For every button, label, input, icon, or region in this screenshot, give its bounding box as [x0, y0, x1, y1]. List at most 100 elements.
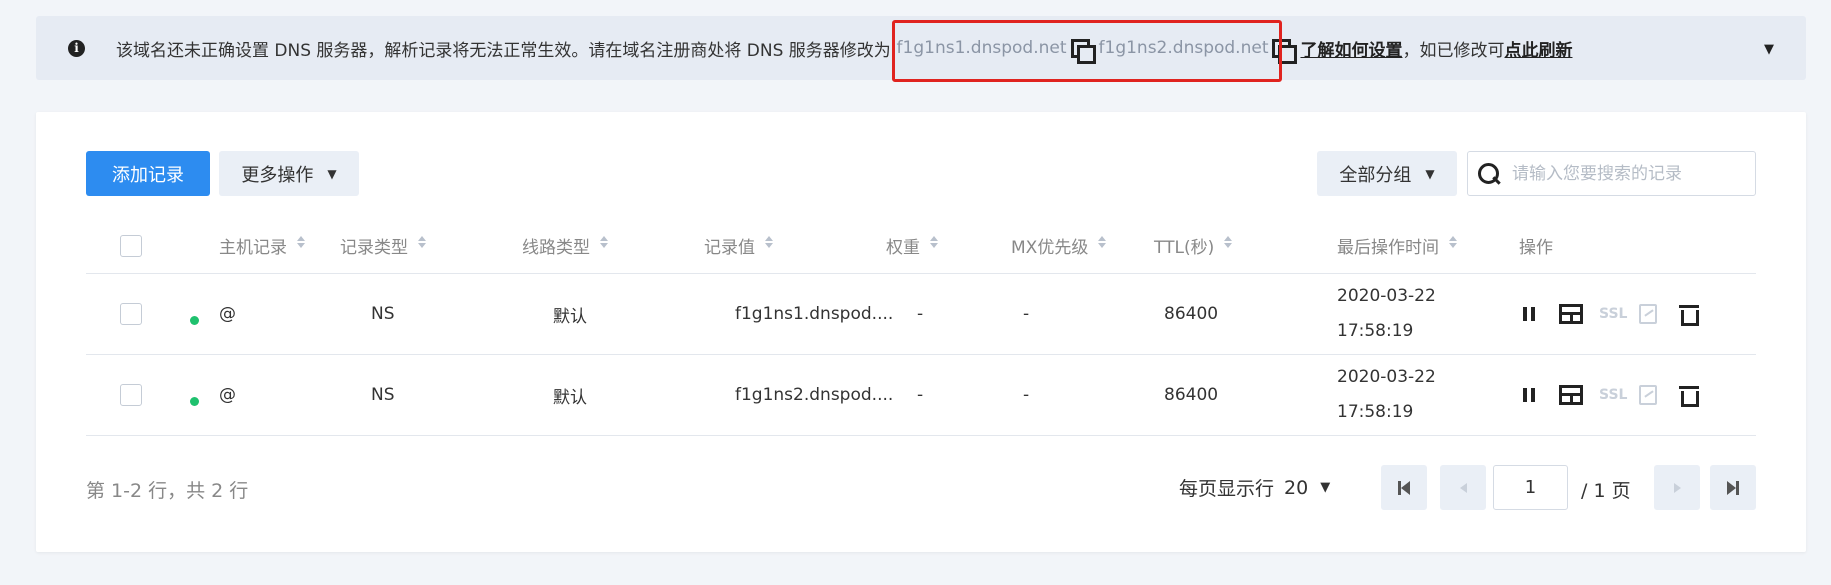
remark-icon: [1639, 385, 1657, 405]
sort-icon: [1098, 235, 1107, 250]
sort-icon: [765, 235, 773, 250]
cell-line[interactable]: 默认: [553, 355, 587, 435]
copy-icon[interactable]: [1272, 39, 1298, 64]
cell-type[interactable]: NS: [371, 355, 395, 435]
search-box: [1467, 151, 1756, 196]
row-checkbox[interactable]: [120, 303, 142, 325]
header-value-label: 记录值: [704, 238, 755, 258]
pause-button[interactable]: [1519, 380, 1559, 410]
cell-host[interactable]: @: [219, 274, 236, 354]
group-filter-label: 全部分组: [1339, 164, 1412, 186]
remark-button: [1639, 380, 1679, 410]
delete-button[interactable]: [1679, 380, 1719, 410]
search-input[interactable]: [1512, 163, 1742, 184]
row-actions: SSL: [1519, 274, 1719, 354]
header-host[interactable]: 主机记录: [219, 218, 305, 273]
cell-ttl[interactable]: 86400: [1164, 355, 1218, 435]
add-record-button[interactable]: 添加记录: [86, 151, 210, 196]
header-type[interactable]: 记录类型: [340, 218, 426, 273]
info-icon: i: [68, 40, 85, 57]
page-size-value: 20: [1284, 476, 1309, 499]
cell-time: 17:58:19: [1337, 402, 1414, 422]
header-ttl[interactable]: TTL(秒): [1154, 218, 1233, 273]
nameserver-1: f1g1ns1.dnspod.net: [896, 38, 1067, 58]
cell-mx[interactable]: -: [1023, 355, 1029, 435]
records-table: 主机记录 记录类型 线路类型 记录值 权重 MX优先级 TTL(秒) 最后操作时…: [86, 218, 1756, 436]
more-actions-label: 更多操作: [241, 164, 314, 186]
delete-button[interactable]: [1679, 299, 1719, 329]
table-row: @ NS 默认 f1g1ns1.dnspod.... - - 86400 202…: [86, 274, 1756, 355]
sort-icon: [1449, 235, 1457, 250]
header-checkbox-cell: [120, 218, 142, 273]
header-weight[interactable]: 权重: [886, 218, 938, 273]
warning-text-mid: ，如已修改可: [1402, 40, 1505, 61]
cell-type[interactable]: NS: [371, 274, 395, 354]
pause-button[interactable]: [1519, 299, 1559, 329]
header-line[interactable]: 线路类型: [522, 218, 608, 273]
table-row: @ NS 默认 f1g1ns2.dnspod.... - - 86400 202…: [86, 355, 1756, 436]
cell-date: 2020-03-22: [1337, 286, 1436, 306]
header-ops: 操作: [1519, 218, 1553, 273]
ssl-button: SSL: [1599, 380, 1639, 410]
cell-line[interactable]: 默认: [553, 274, 587, 354]
header-ttl-label: TTL(秒): [1154, 238, 1215, 258]
page-number-input[interactable]: [1493, 465, 1568, 510]
copy-icon[interactable]: [1070, 39, 1096, 64]
cell-last-modified: 2020-03-22 17:58:19: [1337, 274, 1436, 354]
cell-time: 17:58:19: [1337, 321, 1414, 341]
header-value[interactable]: 记录值: [704, 218, 773, 273]
trash-icon: [1679, 303, 1699, 326]
load-balance-icon: [1559, 304, 1583, 324]
chevron-down-icon[interactable]: ▼: [1764, 42, 1774, 57]
add-record-label: 添加记录: [112, 164, 184, 186]
header-line-label: 线路类型: [522, 238, 590, 258]
header-host-label: 主机记录: [219, 238, 287, 258]
nameserver-2: f1g1ns2.dnspod.net: [1098, 38, 1269, 58]
cell-value[interactable]: f1g1ns1.dnspod....: [735, 274, 893, 354]
row-actions: SSL: [1519, 355, 1719, 435]
header-time-label: 最后操作时间: [1337, 238, 1439, 258]
dns-warning-message: 该域名还未正确设置 DNS 服务器，解析记录将无法正常生效。请在域名注册商处将 …: [116, 16, 1572, 80]
group-filter-dropdown[interactable]: 全部分组 ▼: [1317, 151, 1457, 196]
last-page-icon: [1727, 480, 1739, 495]
ssl-icon: SSL: [1599, 306, 1628, 322]
next-page-button[interactable]: [1654, 465, 1700, 510]
prev-page-button[interactable]: [1440, 465, 1486, 510]
warning-text: 该域名还未正确设置 DNS 服务器，解析记录将无法正常生效。请在域名注册商处将 …: [116, 40, 897, 61]
page-size-selector[interactable]: 每页显示行 20 ▼: [1179, 474, 1330, 501]
sort-icon: [418, 235, 426, 250]
row-checkbox[interactable]: [120, 384, 142, 406]
more-actions-dropdown[interactable]: 更多操作 ▼: [219, 151, 359, 196]
load-balance-button[interactable]: [1559, 380, 1599, 410]
header-mx-label: MX优先级: [1011, 238, 1089, 258]
sort-icon: [297, 235, 305, 250]
caret-down-icon: ▼: [1425, 166, 1435, 181]
cell-weight[interactable]: -: [917, 274, 923, 354]
remark-button: [1639, 299, 1679, 329]
cell-ttl[interactable]: 86400: [1164, 274, 1218, 354]
dns-warning-banner: i 该域名还未正确设置 DNS 服务器，解析记录将无法正常生效。请在域名注册商处…: [36, 16, 1806, 80]
records-card: 添加记录 更多操作 ▼ 全部分组 ▼ 主机记录 记录类型 线路类型 记录值: [36, 112, 1806, 552]
header-time[interactable]: 最后操作时间: [1337, 218, 1457, 273]
ssl-button: SSL: [1599, 299, 1639, 329]
trash-icon: [1679, 384, 1699, 407]
sort-icon: [1224, 235, 1233, 250]
select-all-checkbox[interactable]: [120, 234, 142, 257]
last-page-button[interactable]: [1710, 465, 1756, 510]
first-page-icon: [1398, 480, 1410, 495]
sort-icon: [930, 235, 938, 250]
cell-host[interactable]: @: [219, 355, 236, 435]
header-mx[interactable]: MX优先级: [1011, 218, 1107, 273]
learn-setup-link[interactable]: 了解如何设置: [1300, 36, 1402, 61]
page-size-label: 每页显示行: [1179, 478, 1275, 500]
cell-weight[interactable]: -: [917, 355, 923, 435]
first-page-button[interactable]: [1381, 465, 1427, 510]
cell-mx[interactable]: -: [1023, 274, 1029, 354]
row-count-summary: 第 1-2 行，共 2 行: [86, 480, 249, 502]
cell-value[interactable]: f1g1ns2.dnspod....: [735, 355, 893, 435]
load-balance-button[interactable]: [1559, 299, 1599, 329]
load-balance-icon: [1559, 385, 1583, 405]
search-icon: [1478, 162, 1500, 185]
refresh-link[interactable]: 点此刷新: [1504, 36, 1572, 61]
total-pages: / 1 页: [1581, 480, 1631, 502]
